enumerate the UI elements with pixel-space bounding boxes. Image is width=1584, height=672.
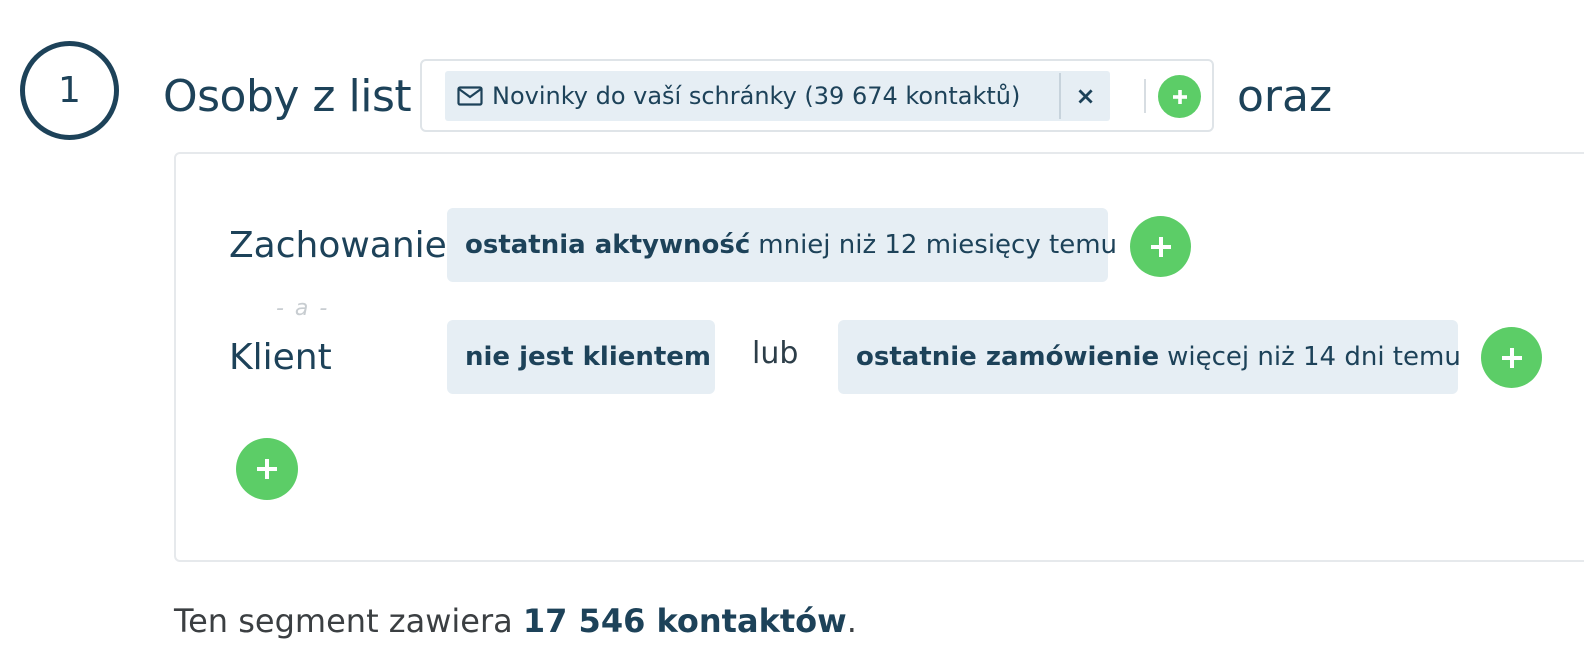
lists-heading: Osoby z list	[163, 71, 412, 122]
or-joiner: lub	[752, 336, 799, 371]
step-number-badge: 1	[20, 41, 119, 140]
list-chip-label: Novinky do vaší schránky (39 674 kontakt…	[492, 82, 1021, 110]
segment-contact-count: 17 546 kontaktów	[522, 602, 847, 640]
condition-chip-key: nie jest klientem	[465, 342, 712, 372]
remove-list-button[interactable]: ×	[1061, 71, 1110, 121]
condition-chip-key: ostatnie zamówienie	[856, 342, 1160, 372]
list-chip[interactable]: Novinky do vaší schránky (39 674 kontakt…	[445, 71, 1110, 121]
add-behavior-condition-button[interactable]	[1130, 216, 1191, 277]
segment-summary: Ten segment zawiera 17 546 kontaktów.	[174, 602, 857, 640]
add-condition-group-button[interactable]	[236, 438, 298, 500]
condition-chip-value: więcej niż 14 dni temu	[1167, 342, 1461, 372]
condition-label-behavior: Zachowanie	[229, 225, 447, 266]
condition-chip-key: ostatnia aktywność	[465, 230, 751, 260]
and-separator: - a -	[276, 296, 330, 321]
plus-icon	[1150, 236, 1171, 257]
condition-chip-last-activity[interactable]: ostatnia aktywność mniej niż 12 miesięcy…	[447, 208, 1117, 282]
plus-icon	[1501, 347, 1522, 368]
summary-suffix: .	[846, 602, 857, 640]
condition-chip-not-customer[interactable]: nie jest klientem	[447, 320, 715, 394]
plus-icon	[257, 459, 277, 479]
summary-prefix: Ten segment zawiera	[174, 602, 513, 640]
condition-label-customer: Klient	[229, 337, 332, 378]
list-selector[interactable]: Novinky do vaší schránky (39 674 kontakt…	[420, 59, 1214, 132]
conjunction-label: oraz	[1237, 71, 1333, 122]
add-list-button[interactable]	[1158, 75, 1201, 118]
selector-divider	[1144, 79, 1146, 113]
segment-editor: 1 Osoby z list Novinky do vaší schránky …	[0, 0, 1584, 672]
add-customer-condition-button[interactable]	[1481, 327, 1542, 388]
envelope-icon	[457, 86, 483, 106]
condition-chip-last-order[interactable]: ostatnie zamówienie więcej niż 14 dni te…	[838, 320, 1461, 394]
condition-chip-value: mniej niż 12 miesięcy temu	[758, 230, 1117, 260]
plus-icon	[1172, 89, 1187, 104]
